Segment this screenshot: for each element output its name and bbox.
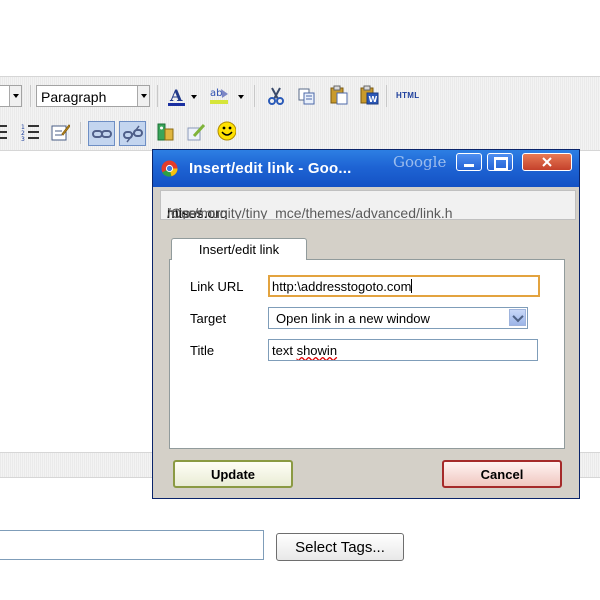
maximize-button[interactable] (487, 153, 513, 171)
unlink-icon[interactable] (119, 121, 146, 146)
dialog-titlebar[interactable]: Insert/edit link - Goo... Google (153, 150, 579, 187)
minimize-button[interactable] (456, 153, 482, 171)
link-url-value: http:\addresstogoto.com (272, 279, 412, 294)
address-path: /Community/tiny_mce/themes/advanced/link… (167, 205, 453, 220)
svg-text:ab: ab (210, 88, 222, 99)
link-icon[interactable] (88, 121, 115, 146)
title-value-text: text (272, 343, 297, 358)
dialog-title: Insert/edit link - Goo... (189, 160, 352, 177)
editor-toolbar: Paragraph A ab W HTML 123 (0, 76, 600, 151)
anchor-image-icon[interactable] (155, 122, 175, 142)
chrome-icon (161, 160, 178, 177)
font-color-arrow-icon[interactable] (191, 95, 197, 99)
text-cursor (411, 279, 413, 293)
svg-text:3: 3 (21, 136, 25, 142)
bullet-list-icon[interactable] (0, 122, 11, 142)
edit-icon[interactable] (50, 122, 70, 142)
title-input[interactable]: text showin (268, 339, 538, 361)
html-source-button[interactable]: HTML (396, 91, 419, 100)
insert-link-dialog: Insert/edit link - Goo... Google http://… (152, 149, 580, 499)
update-button[interactable]: Update (173, 460, 293, 488)
cleanup-icon[interactable] (186, 122, 206, 142)
chevron-down-icon[interactable] (509, 309, 526, 326)
target-label: Target (190, 311, 227, 326)
google-watermark: Google (393, 153, 447, 171)
close-button[interactable] (522, 153, 572, 171)
cut-icon[interactable] (266, 86, 286, 106)
svg-text:A: A (169, 86, 183, 105)
link-properties-panel: Link URL http:\addresstogoto.com Target … (169, 259, 565, 449)
format-select-value: Paragraph (41, 89, 107, 105)
link-url-input[interactable]: http:\addresstogoto.com (268, 275, 540, 297)
highlight-color-icon[interactable]: ab (209, 85, 229, 105)
font-size-select[interactable] (0, 85, 22, 107)
target-select-value: Open link in a new window (276, 311, 430, 326)
close-icon (542, 157, 552, 167)
address-bar[interactable]: http://mises.org/Community/tiny_mce/them… (160, 190, 576, 220)
tags-input[interactable] (0, 530, 264, 560)
paste-icon[interactable] (329, 85, 349, 105)
cancel-button[interactable]: Cancel (442, 460, 562, 488)
highlight-color-arrow-icon[interactable] (238, 95, 244, 99)
copy-icon[interactable] (297, 86, 317, 106)
paste-from-word-icon[interactable]: W (359, 85, 379, 105)
link-url-label: Link URL (190, 279, 244, 294)
numbered-list-icon[interactable]: 123 (21, 122, 41, 142)
title-value-misspelled: showin (296, 343, 338, 358)
select-tags-button[interactable]: Select Tags... (276, 533, 404, 561)
font-color-icon[interactable]: A (167, 86, 187, 106)
minimize-icon (464, 164, 474, 167)
emoticon-icon[interactable] (216, 121, 236, 141)
format-select[interactable]: Paragraph (36, 85, 150, 107)
maximize-icon (494, 157, 508, 170)
svg-text:W: W (369, 95, 378, 104)
title-label: Title (190, 343, 215, 358)
tab-insert-edit-link[interactable]: Insert/edit link (171, 238, 307, 260)
target-select[interactable]: Open link in a new window (268, 307, 528, 329)
